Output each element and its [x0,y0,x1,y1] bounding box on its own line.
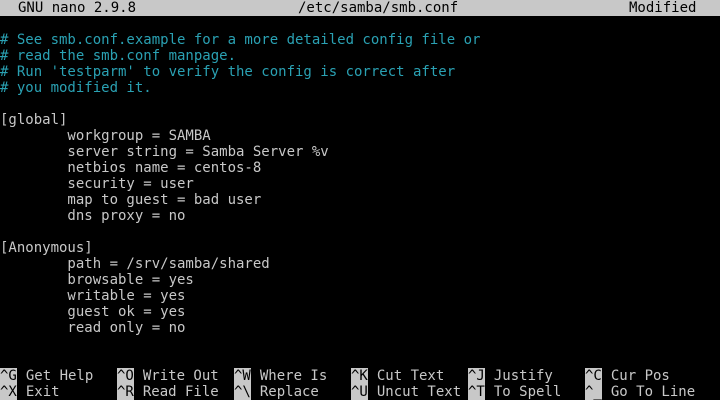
code-line[interactable]: security = user [0,176,193,192]
shortcut-key: ^X [0,384,17,400]
shortcut-label: Read File [142,384,219,400]
code-line[interactable]: server string = Samba Server %v [0,144,328,160]
shortcut-to-spell[interactable]: ^T To Spell [468,384,561,400]
shortcut-label: Exit [25,384,60,400]
shortcut-justify[interactable]: ^J Justify [468,368,553,384]
shortcut-label: Replace [259,384,319,400]
shortcut-label: Justify [493,368,553,384]
shortcut-label: Where Is [259,368,328,384]
code-line[interactable]: [global] [0,112,67,128]
shortcut-write-out[interactable]: ^O Write Out [117,368,219,384]
code-line[interactable]: browsable = yes [0,272,193,288]
code-line[interactable]: netbios name = centos-8 [0,160,261,176]
shortcut-label: To Spell [493,384,562,400]
shortcut-key: ^\ [234,384,251,400]
title-bar: GNU nano 2.9.8 /etc/samba/smb.conf Modif… [0,0,720,16]
comment-line[interactable]: # read the smb.conf manpage. [0,48,236,64]
shortcut-get-help[interactable]: ^G Get Help [0,368,93,384]
shortcut-key: ^C [585,368,602,384]
shortcut-replace[interactable]: ^\ Replace [234,384,319,400]
shortcut-label: Get Help [25,368,94,384]
code-line[interactable]: writable = yes [0,288,185,304]
shortcut-key: ^T [468,384,485,400]
shortcut-go-to-line[interactable]: ^_ Go To Line [585,384,695,400]
code-line[interactable]: [Anonymous] [0,240,93,256]
shortcut-key: ^_ [585,384,602,400]
shortcut-where-is[interactable]: ^W Where Is [234,368,327,384]
modified-status: Modified [629,0,697,16]
shortcut-uncut-text[interactable]: ^U Uncut Text [351,384,461,400]
shortcut-label: Uncut Text [376,384,462,400]
code-line[interactable]: workgroup = SAMBA [0,128,210,144]
shortcut-label: Cut Text [376,368,445,384]
shortcut-read-file[interactable]: ^R Read File [117,384,219,400]
app-version: GNU nano 2.9.8 [18,0,137,16]
file-path: /etc/samba/smb.conf [298,0,459,16]
shortcut-key: ^W [234,368,251,384]
shortcut-key: ^U [351,384,368,400]
shortcut-key: ^J [468,368,485,384]
comment-line[interactable]: # Run 'testparm' to verify the config is… [0,64,455,80]
comment-line[interactable]: # See smb.conf.example for a more detail… [0,32,480,48]
shortcut-label: Write Out [142,368,219,384]
shortcut-cut-text[interactable]: ^K Cut Text [351,368,444,384]
code-line[interactable]: read only = no [0,320,185,336]
shortcut-label: Go To Line [610,384,696,400]
shortcut-key: ^K [351,368,368,384]
shortcut-key: ^O [117,368,134,384]
comment-line[interactable]: # you modified it. [0,80,152,96]
shortcut-cur-pos[interactable]: ^C Cur Pos [585,368,670,384]
shortcut-label: Cur Pos [610,368,670,384]
shortcut-key: ^G [0,368,17,384]
code-line[interactable]: dns proxy = no [0,208,185,224]
shortcut-exit[interactable]: ^X Exit [0,384,60,400]
code-line[interactable]: guest ok = yes [0,304,185,320]
code-line[interactable]: path = /srv/samba/shared [0,256,269,272]
shortcut-key: ^R [117,384,134,400]
code-line[interactable]: map to guest = bad user [0,192,261,208]
